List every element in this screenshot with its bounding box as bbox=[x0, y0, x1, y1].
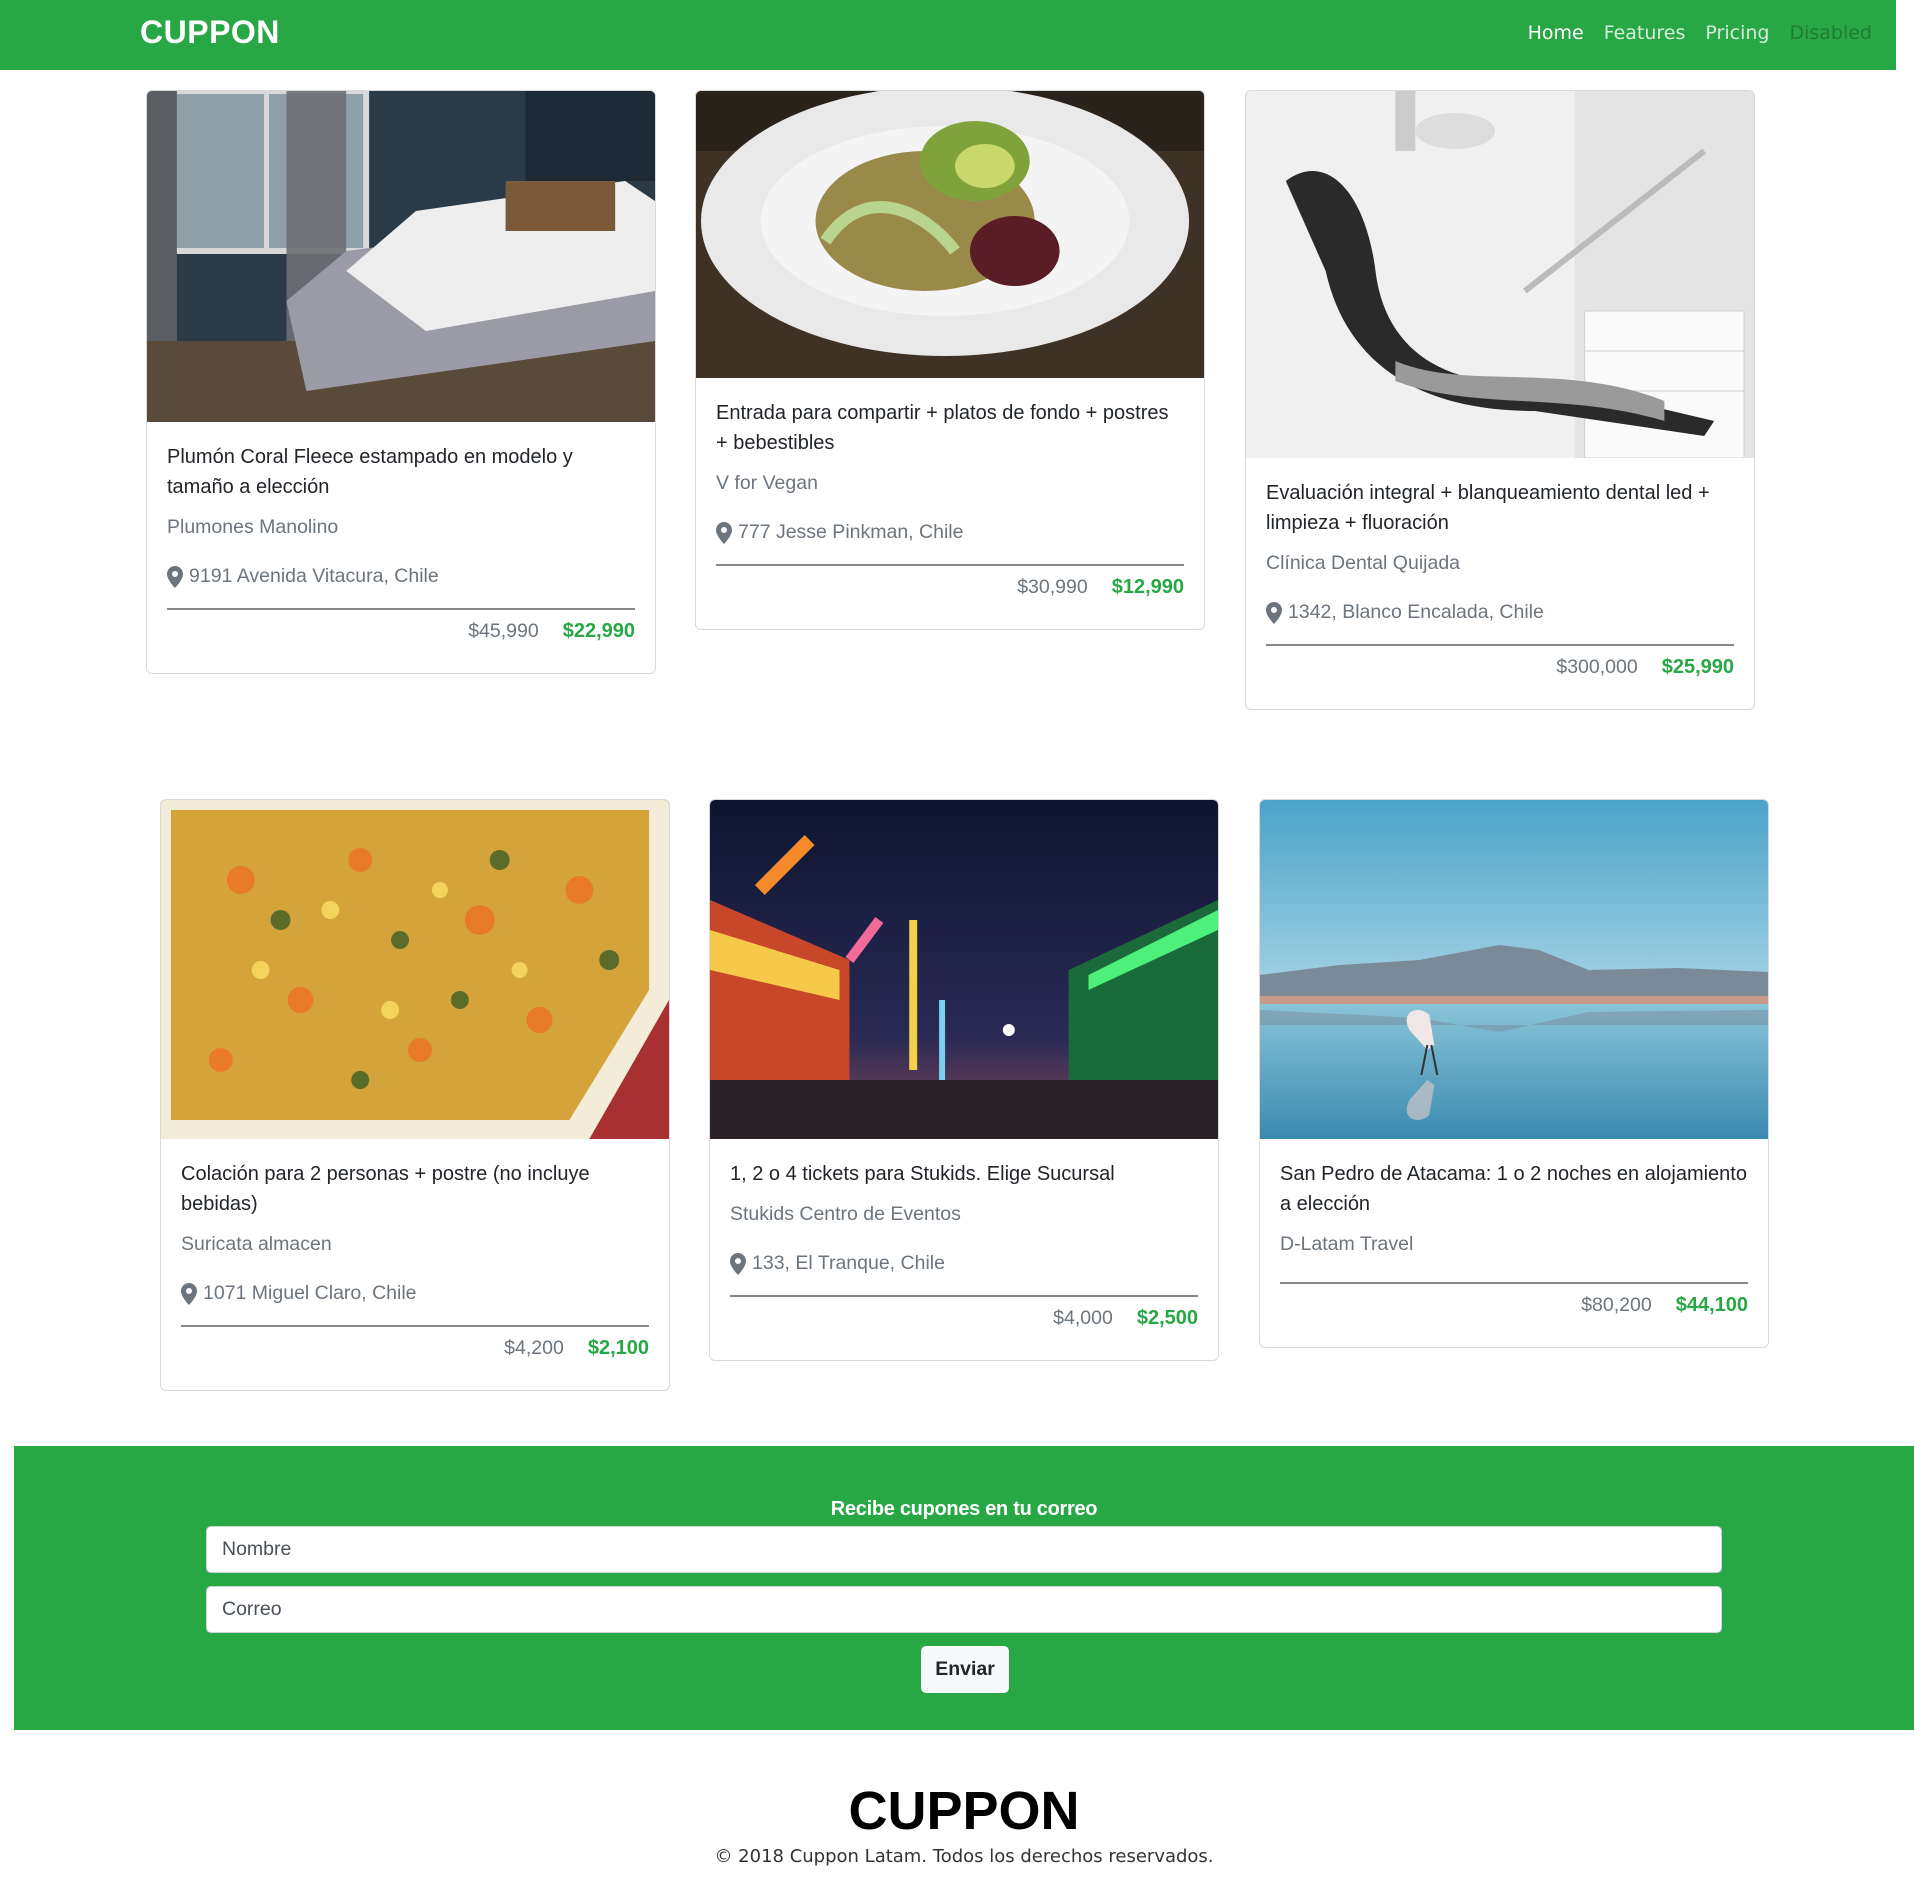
old-price: $30,990 bbox=[1017, 576, 1088, 598]
price-row: $80,200 $44,100 bbox=[1280, 1294, 1748, 1317]
old-price: $4,000 bbox=[1053, 1307, 1113, 1329]
deal-title: 1, 2 o 4 tickets para Stukids. Elige Suc… bbox=[730, 1163, 1115, 1185]
footer-logo: CUPPON bbox=[848, 1781, 1080, 1841]
bedroom-photo bbox=[147, 91, 655, 422]
deal-card-body: Colación para 2 personas + postre (no in… bbox=[161, 1139, 669, 1390]
new-price: $25,990 bbox=[1661, 656, 1734, 678]
divider bbox=[181, 1325, 649, 1327]
deal-merchant: Suricata almacen bbox=[181, 1233, 332, 1255]
divider bbox=[730, 1295, 1198, 1297]
new-price: $44,100 bbox=[1675, 1294, 1748, 1316]
deal-location-text: 9191 Avenida Vitacura, Chile bbox=[189, 565, 439, 587]
newsletter-section: Recibe cupones en tu correo Enviar bbox=[14, 1446, 1914, 1730]
newsletter-title: Recibe cupones en tu correo bbox=[830, 1498, 1098, 1520]
deal-title: Colación para 2 personas + postre (no in… bbox=[181, 1163, 590, 1215]
deal-location-text: 133, El Tranque, Chile bbox=[752, 1252, 945, 1274]
price-row: $30,990 $12,990 bbox=[716, 576, 1184, 599]
deal-location: 1342, Blanco Encalada, Chile bbox=[1266, 601, 1734, 624]
old-price: $80,200 bbox=[1581, 1294, 1652, 1316]
nav-link-features[interactable]: Features bbox=[1604, 22, 1686, 44]
deal-title: Plumón Coral Fleece estampado en modelo … bbox=[167, 446, 573, 498]
deal-title: San Pedro de Atacama: 1 o 2 noches en al… bbox=[1280, 1163, 1747, 1215]
nav-link-disabled: Disabled bbox=[1789, 22, 1872, 44]
new-price: $2,500 bbox=[1136, 1307, 1198, 1329]
price-row: $300,000 $25,990 bbox=[1266, 656, 1734, 679]
old-price: $45,990 bbox=[468, 620, 539, 642]
salad-plate-photo bbox=[696, 91, 1204, 378]
deal-location-text: 1342, Blanco Encalada, Chile bbox=[1288, 601, 1544, 623]
price-row: $45,990 $22,990 bbox=[167, 620, 635, 643]
deal-location-text: 1071 Miguel Claro, Chile bbox=[203, 1282, 417, 1304]
map-pin-icon bbox=[167, 565, 183, 588]
nav-link-pricing[interactable]: Pricing bbox=[1705, 22, 1769, 44]
deal-card-body: Evaluación integral + blanqueamiento den… bbox=[1246, 458, 1754, 709]
submit-button[interactable]: Enviar bbox=[921, 1646, 1009, 1693]
deal-title: Evaluación integral + blanqueamiento den… bbox=[1266, 482, 1710, 534]
map-pin-icon bbox=[1266, 601, 1282, 624]
deal-location: 777 Jesse Pinkman, Chile bbox=[716, 521, 1184, 544]
deal-card[interactable]: San Pedro de Atacama: 1 o 2 noches en al… bbox=[1259, 799, 1769, 1348]
deal-location-text: 777 Jesse Pinkman, Chile bbox=[738, 521, 964, 543]
deal-card-body: Entrada para compartir + platos de fondo… bbox=[696, 378, 1204, 629]
name-field[interactable] bbox=[206, 1526, 1722, 1573]
old-price: $300,000 bbox=[1556, 656, 1638, 678]
deal-merchant: D-Latam Travel bbox=[1280, 1233, 1414, 1255]
deal-card[interactable]: 1, 2 o 4 tickets para Stukids. Elige Suc… bbox=[709, 799, 1219, 1361]
deal-location: 1071 Miguel Claro, Chile bbox=[181, 1282, 649, 1305]
map-pin-icon bbox=[730, 1252, 746, 1275]
new-price: $12,990 bbox=[1111, 576, 1184, 598]
nav-link-home[interactable]: Home bbox=[1528, 22, 1584, 44]
deal-merchant: V for Vegan bbox=[716, 472, 818, 494]
deal-merchant: Clínica Dental Quijada bbox=[1266, 552, 1461, 574]
divider bbox=[1266, 644, 1734, 646]
map-pin-icon bbox=[181, 1282, 197, 1305]
divider bbox=[1280, 1282, 1748, 1284]
deal-card[interactable]: Colación para 2 personas + postre (no in… bbox=[160, 799, 670, 1391]
deal-title: Entrada para compartir + platos de fondo… bbox=[716, 402, 1169, 454]
map-pin-icon bbox=[716, 521, 732, 544]
carnival-night-photo bbox=[710, 800, 1218, 1139]
top-navbar: CUPPON Home Features Pricing Disabled bbox=[0, 0, 1896, 70]
deal-card-body: San Pedro de Atacama: 1 o 2 noches en al… bbox=[1260, 1139, 1768, 1347]
deal-card[interactable]: Evaluación integral + blanqueamiento den… bbox=[1245, 90, 1755, 710]
new-price: $2,100 bbox=[587, 1337, 649, 1359]
deal-merchant: Stukids Centro de Eventos bbox=[730, 1203, 961, 1225]
vegetable-dish-photo bbox=[161, 800, 669, 1139]
deal-merchant: Plumones Manolino bbox=[167, 516, 339, 538]
deal-card-body: Plumón Coral Fleece estampado en modelo … bbox=[147, 422, 655, 673]
divider bbox=[167, 608, 635, 610]
divider bbox=[716, 564, 1184, 566]
old-price: $4,200 bbox=[504, 1337, 564, 1359]
brand-logo[interactable]: CUPPON bbox=[140, 14, 280, 51]
nav-links: Home Features Pricing Disabled bbox=[1528, 22, 1872, 44]
new-price: $22,990 bbox=[562, 620, 635, 642]
deal-card-body: 1, 2 o 4 tickets para Stukids. Elige Suc… bbox=[710, 1139, 1218, 1360]
price-row: $4,000 $2,500 bbox=[730, 1307, 1198, 1330]
footer-copyright: © 2018 Cuppon Latam. Todos los derechos … bbox=[714, 1846, 1214, 1867]
email-field[interactable] bbox=[206, 1586, 1722, 1633]
deal-location: 133, El Tranque, Chile bbox=[730, 1252, 1198, 1275]
deal-card[interactable]: Plumón Coral Fleece estampado en modelo … bbox=[146, 90, 656, 674]
flamingo-lake-photo bbox=[1260, 800, 1768, 1139]
price-row: $4,200 $2,100 bbox=[181, 1337, 649, 1360]
deal-location: 9191 Avenida Vitacura, Chile bbox=[167, 565, 635, 588]
dental-chair-photo bbox=[1246, 91, 1754, 458]
deal-card[interactable]: Entrada para compartir + platos de fondo… bbox=[695, 90, 1205, 630]
